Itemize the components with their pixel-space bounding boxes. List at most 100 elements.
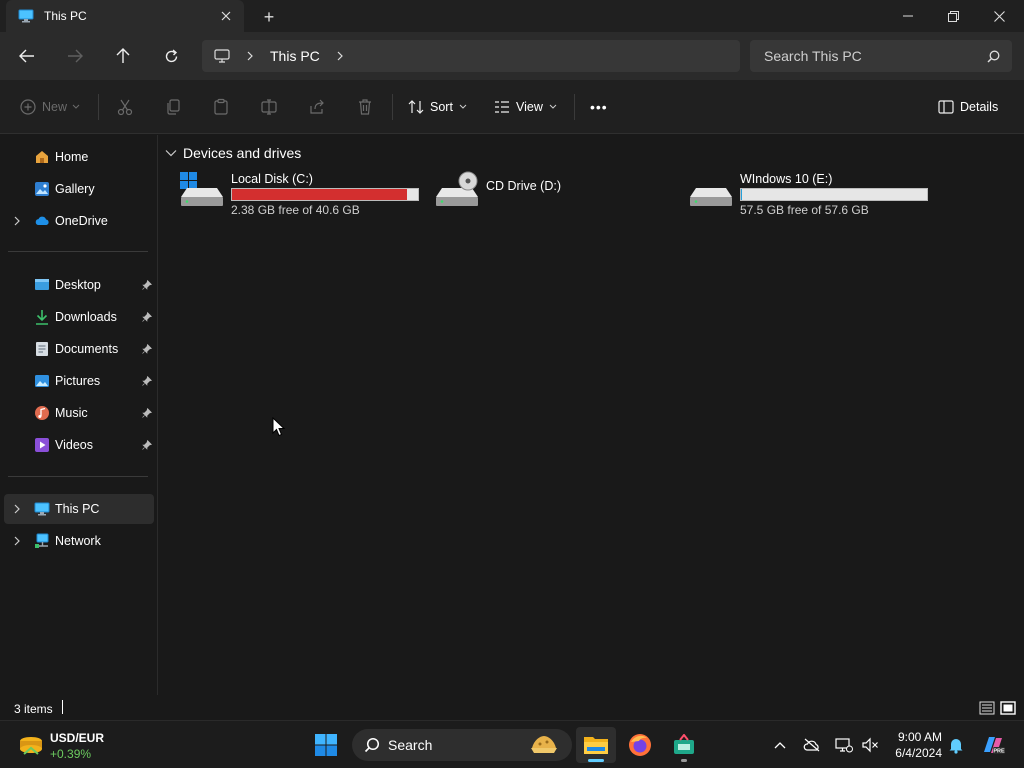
paste-button[interactable] (212, 94, 230, 120)
divider (8, 476, 148, 477)
rename-button[interactable] (260, 94, 278, 120)
copy-button[interactable] (164, 94, 182, 120)
mouse-cursor-icon (272, 417, 286, 437)
drive-item-c[interactable]: Local Disk (C:) 2.38 GB free of 40.6 GB (179, 171, 423, 221)
home-icon (36, 151, 48, 163)
sort-button[interactable]: Sort (408, 94, 467, 120)
search-label: Search (388, 737, 433, 753)
group-header-devices[interactable]: Devices and drives (165, 145, 301, 161)
close-icon[interactable] (976, 0, 1022, 32)
pin-icon[interactable] (142, 312, 152, 322)
music-icon (35, 406, 49, 420)
details-view-icon[interactable] (978, 699, 996, 717)
monitor-icon (214, 49, 230, 63)
title-bar: This PC + (0, 0, 1024, 32)
copilot-icon[interactable]: PRE (980, 735, 1006, 755)
file-explorer-app[interactable] (576, 727, 616, 763)
picture-icon (35, 375, 49, 387)
network-ethernet-icon[interactable] (834, 735, 854, 755)
drive-item-e[interactable]: WIndows 10 (E:) 57.5 GB free of 57.6 GB (688, 171, 932, 221)
volume-muted-icon[interactable] (860, 735, 880, 755)
sidebar-item-label: Home (55, 150, 89, 164)
view-list-icon (495, 101, 509, 113)
drive-name: CD Drive (D:) (486, 179, 561, 193)
sidebar-item-videos[interactable]: Videos (4, 430, 154, 460)
taskbar-search[interactable]: Search (352, 729, 572, 761)
sidebar-item-desktop[interactable]: Desktop (4, 270, 154, 300)
search-icon (364, 737, 380, 753)
hard-drive-icon (690, 188, 732, 206)
desktop-icon (35, 279, 49, 290)
restore-icon[interactable] (930, 0, 976, 32)
start-button[interactable] (306, 727, 346, 763)
pin-icon[interactable] (142, 440, 152, 450)
chevron-right-icon[interactable] (336, 51, 344, 61)
screenshot-tool-icon (674, 734, 694, 754)
sort-label: Sort (430, 100, 453, 114)
chevron-down-icon[interactable] (165, 149, 177, 157)
more-options-button[interactable]: ••• (590, 94, 608, 120)
drive-name: WIndows 10 (E:) (740, 172, 833, 186)
sidebar-item-onedrive[interactable]: OneDrive (4, 206, 154, 236)
close-tab-icon[interactable] (218, 8, 234, 24)
onedrive-paused-icon[interactable] (802, 735, 822, 755)
chevron-right-icon[interactable] (12, 216, 22, 226)
clock-time: 9:00 AM (897, 730, 942, 744)
notification-bell-icon[interactable] (946, 735, 966, 755)
pin-icon[interactable] (142, 280, 152, 290)
forward-arrow-icon[interactable] (63, 44, 87, 68)
sidebar-item-documents[interactable]: Documents (4, 334, 154, 364)
content-pane: Devices and drives Local Disk (C:) 2.38 … (159, 135, 1024, 695)
chevron-right-icon[interactable] (12, 536, 22, 546)
tab-this-pc[interactable]: This PC (6, 0, 244, 32)
sidebar-item-network[interactable]: Network (4, 526, 154, 556)
chevron-right-icon[interactable] (246, 51, 254, 61)
pin-icon[interactable] (142, 344, 152, 354)
sidebar-item-label: Downloads (55, 310, 117, 324)
sidebar-item-home[interactable]: Home (4, 142, 154, 172)
share-button[interactable] (308, 94, 326, 120)
sidebar-item-music[interactable]: Music (4, 398, 154, 428)
search-highlight-icon (531, 736, 557, 753)
chevron-down-icon (549, 104, 557, 109)
view-button[interactable]: View (494, 94, 557, 120)
pin-icon[interactable] (142, 376, 152, 386)
drive-free-space: 2.38 GB free of 40.6 GB (231, 203, 360, 217)
currency-icon (20, 737, 42, 755)
large-icons-view-icon[interactable] (999, 699, 1017, 717)
minimize-icon[interactable] (885, 0, 931, 32)
new-button[interactable]: New (20, 94, 80, 120)
back-arrow-icon[interactable] (15, 44, 39, 68)
pin-icon[interactable] (142, 408, 152, 418)
delete-button[interactable] (356, 94, 374, 120)
search-input[interactable]: Search This PC (750, 40, 1012, 72)
chevron-right-icon[interactable] (12, 504, 22, 514)
refresh-icon[interactable] (159, 44, 183, 68)
sidebar-item-gallery[interactable]: Gallery (4, 174, 154, 204)
show-hidden-icons-chevron-up-icon[interactable] (770, 735, 790, 755)
firefox-app[interactable] (620, 727, 660, 763)
download-icon (36, 310, 48, 325)
chevron-down-icon (72, 104, 80, 109)
details-button[interactable]: Details (938, 94, 998, 120)
cut-button[interactable] (116, 94, 134, 120)
address-bar[interactable]: This PC (202, 40, 740, 72)
cloud-icon (35, 216, 49, 225)
sidebar-item-label: Desktop (55, 278, 101, 292)
breadcrumb-this-pc[interactable]: This PC (270, 48, 320, 64)
drive-free-space: 57.5 GB free of 57.6 GB (740, 203, 869, 217)
drive-name: Local Disk (C:) (231, 172, 313, 186)
up-arrow-icon[interactable] (111, 44, 135, 68)
sidebar-item-this-pc[interactable]: This PC (4, 494, 154, 524)
document-icon (36, 342, 48, 356)
monitor-icon (18, 9, 34, 23)
open-app-indicator (681, 759, 687, 762)
widgets-ticker[interactable]: USD/EUR +0.39% (16, 729, 146, 761)
sidebar-item-pictures[interactable]: Pictures (4, 366, 154, 396)
sidebar-item-downloads[interactable]: Downloads (4, 302, 154, 332)
new-tab-button[interactable]: + (258, 6, 280, 28)
search-icon (987, 50, 1000, 63)
drive-item-d[interactable]: CD Drive (D:) (434, 171, 678, 221)
store-app[interactable] (664, 727, 704, 763)
status-bar: 3 items (0, 695, 1024, 720)
